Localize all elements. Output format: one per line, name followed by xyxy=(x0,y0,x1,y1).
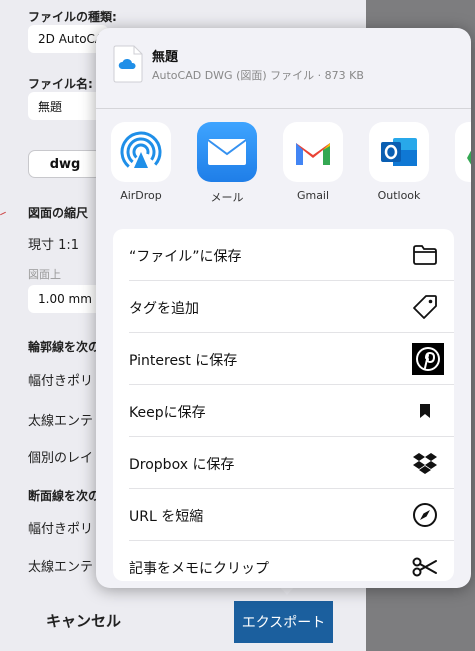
format-dwg-segment[interactable]: dwg xyxy=(28,150,102,178)
cancel-button[interactable]: キャンセル xyxy=(46,610,121,631)
app-airdrop[interactable]: AirDrop xyxy=(110,122,172,202)
drive-icon xyxy=(455,122,471,182)
outline-option-3[interactable]: 個別のレイ xyxy=(28,447,93,466)
section-heading: 断面線を次の xyxy=(28,489,101,503)
action-label: Dropbox に保存 xyxy=(129,457,235,473)
pinterest-icon xyxy=(412,343,444,375)
file-cloud-icon xyxy=(113,45,143,83)
app-label: ド xyxy=(454,189,471,205)
action-label: URL を短縮 xyxy=(129,509,204,525)
on-drawing-label: 図面上 xyxy=(28,268,61,281)
app-label: Gmail xyxy=(296,189,330,202)
gmail-icon xyxy=(283,122,343,182)
airdrop-icon xyxy=(111,122,171,182)
folder-icon xyxy=(410,240,440,270)
action-save-to-files[interactable]: “ファイル”に保存 xyxy=(113,229,454,281)
action-label: タグを追加 xyxy=(129,301,199,317)
action-shorten-url[interactable]: URL を短縮 xyxy=(113,489,454,541)
app-outlook[interactable]: Outlook xyxy=(368,122,430,202)
outline-option-2[interactable]: 太線エンテ xyxy=(28,410,93,429)
share-actions-list: “ファイル”に保存 タグを追加 Pinterest に保存 Keepに保存 Dr… xyxy=(113,229,454,581)
section-option-1[interactable]: 幅付きポリ xyxy=(28,518,93,537)
app-mail[interactable]: メール xyxy=(196,122,258,205)
mail-icon xyxy=(197,122,257,182)
app-label: メール xyxy=(210,191,244,204)
action-save-to-keep[interactable]: Keepに保存 xyxy=(113,385,454,437)
scale-value[interactable]: 現寸 1:1 xyxy=(28,234,79,253)
section-option-2[interactable]: 太線エンテ xyxy=(28,556,93,575)
divider xyxy=(96,108,471,109)
bookmark-icon xyxy=(410,396,440,426)
export-button[interactable]: エクスポート xyxy=(234,601,333,643)
file-type-label: ファイルの種類: xyxy=(28,10,117,24)
action-clip-article[interactable]: 記事をメモにクリップ xyxy=(113,541,454,581)
file-subtitle: AutoCAD DWG (図面) ファイル · 873 KB xyxy=(152,69,364,82)
app-label: AirDrop xyxy=(120,189,162,202)
action-label: 記事をメモにクリップ xyxy=(129,561,269,577)
action-label: Keepに保存 xyxy=(129,405,206,421)
file-title: 無題 xyxy=(152,50,179,65)
action-save-to-dropbox[interactable]: Dropbox に保存 xyxy=(113,437,454,489)
action-label: “ファイル”に保存 xyxy=(129,249,242,265)
scale-heading: 図面の縮尺 xyxy=(28,206,89,220)
share-sheet: 無題 AutoCAD DWG (図面) ファイル · 873 KB AirDro… xyxy=(96,28,471,588)
outline-heading: 輪郭線を次の xyxy=(28,340,101,354)
action-label: Pinterest に保存 xyxy=(129,353,238,369)
compass-icon xyxy=(410,500,440,530)
outline-option-1[interactable]: 幅付きポリ xyxy=(28,370,93,389)
dropbox-icon xyxy=(410,448,440,478)
file-name-label: ファイル名: xyxy=(28,77,93,91)
action-add-tag[interactable]: タグを追加 xyxy=(113,281,454,333)
app-label: Outlook xyxy=(377,189,421,202)
outlook-icon xyxy=(369,122,429,182)
scissors-icon xyxy=(410,552,440,581)
app-drive[interactable]: ド xyxy=(454,122,471,205)
action-save-to-pinterest[interactable]: Pinterest に保存 xyxy=(113,333,454,385)
tag-icon xyxy=(410,292,440,322)
app-gmail[interactable]: Gmail xyxy=(282,122,344,202)
